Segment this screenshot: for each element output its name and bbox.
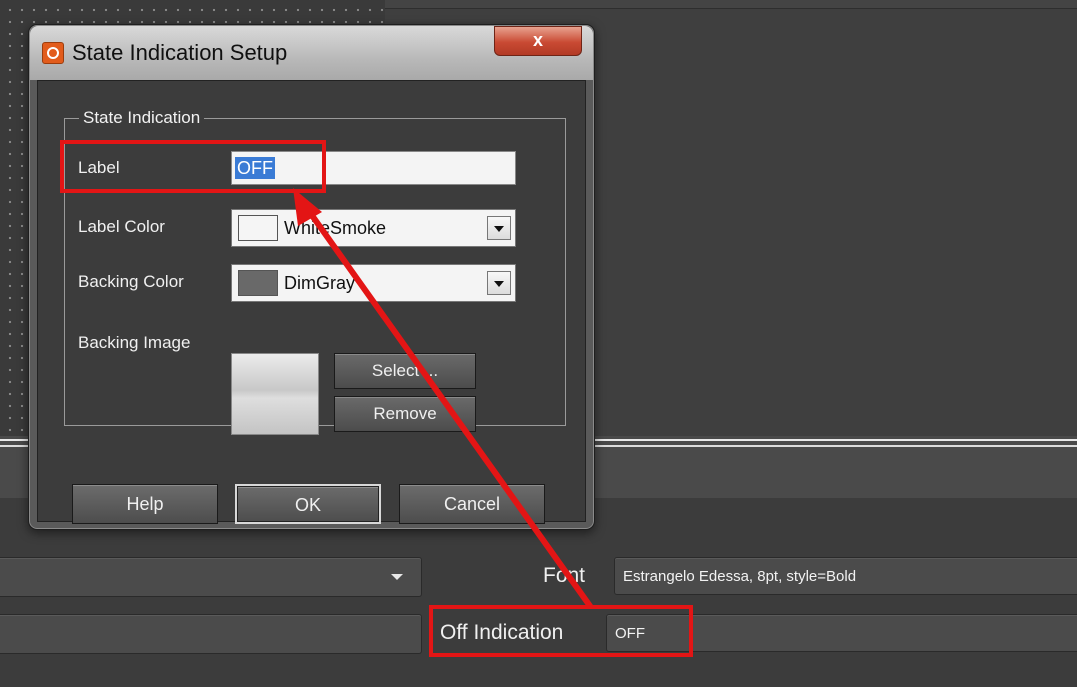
label-color-value: WhiteSmoke: [284, 218, 387, 238]
backing-color-select[interactable]: DimGray: [231, 264, 516, 302]
ok-button[interactable]: OK: [235, 484, 381, 524]
backing-color-label: Backing Color: [78, 272, 184, 291]
label-color-select[interactable]: WhiteSmoke: [231, 209, 516, 247]
property-combo[interactable]: [0, 557, 422, 597]
app-logo-icon: [42, 42, 64, 64]
label-color-label: Label Color: [78, 217, 165, 236]
chevron-down-icon[interactable]: [391, 574, 403, 580]
cancel-button[interactable]: Cancel: [399, 484, 545, 524]
state-indication-dialog: State Indication Setup x State Indicatio…: [28, 24, 595, 530]
font-field[interactable]: Estrangelo Edessa, 8pt, style=Bold: [614, 557, 1077, 595]
remove-image-button[interactable]: Remove: [334, 396, 476, 432]
select-image-button[interactable]: Select ...: [334, 353, 476, 389]
color-swatch: [238, 270, 278, 296]
dialog-titlebar[interactable]: State Indication Setup x: [30, 26, 593, 80]
highlight-box-off-indication: [429, 605, 693, 657]
close-button[interactable]: x: [494, 26, 582, 56]
backing-image-label: Backing Image: [78, 333, 191, 352]
chevron-down-icon[interactable]: [487, 216, 511, 240]
backing-color-value: DimGray: [284, 273, 355, 293]
dialog-title: State Indication Setup: [72, 40, 288, 65]
highlight-box-label: [60, 140, 326, 193]
color-swatch: [238, 215, 278, 241]
font-label: Font: [543, 564, 586, 587]
backing-image-preview: [231, 353, 319, 435]
help-button[interactable]: Help: [72, 484, 218, 524]
group-title: State Indication: [79, 108, 205, 128]
property-field[interactable]: [0, 614, 422, 654]
chevron-down-icon[interactable]: [487, 271, 511, 295]
